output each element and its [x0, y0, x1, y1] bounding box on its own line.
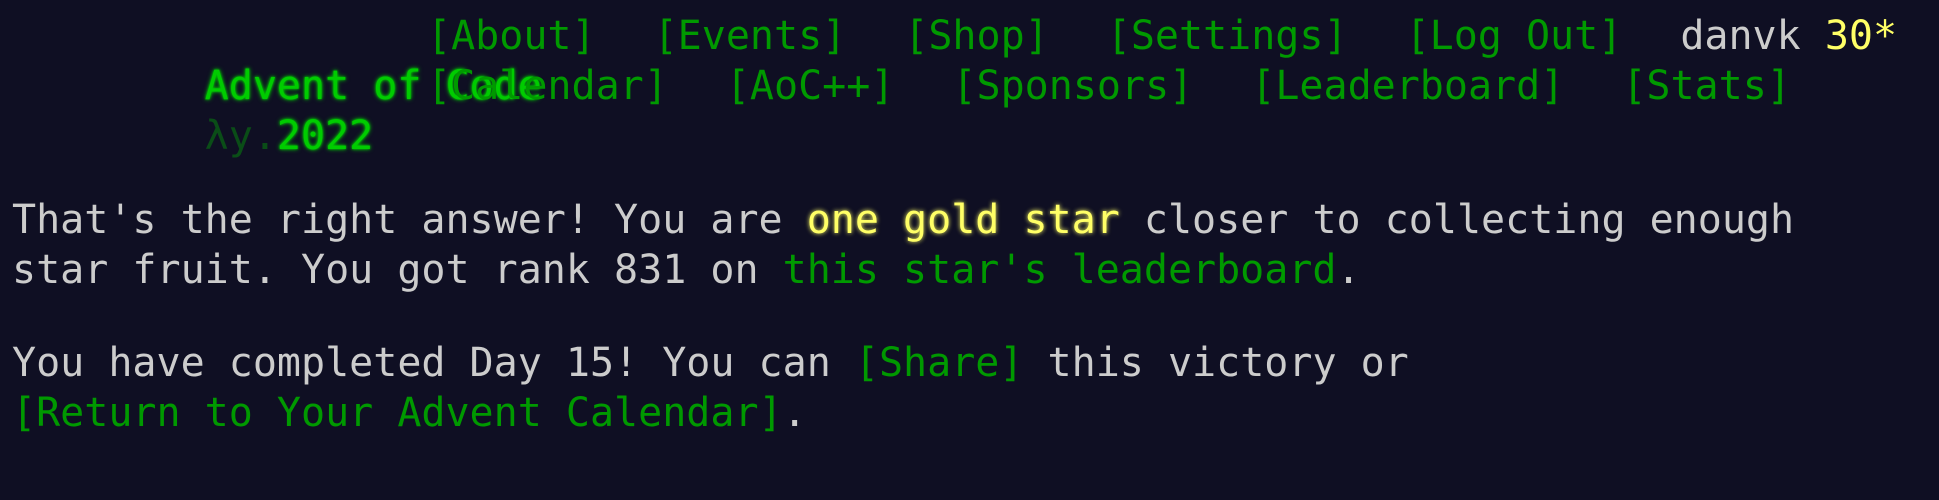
complete-text-start: You have completed Day 15! You can [12, 340, 855, 386]
nav-aoc-plus-plus[interactable]: [AoC++] [726, 61, 895, 111]
site-header: Advent of Code [About] [Events] [Shop] [… [12, 11, 1897, 159]
result-text-start: That's the right answer! You are [12, 197, 807, 243]
nav-calendar[interactable]: [Calendar] [427, 61, 668, 111]
user-info: danvk 30* [1680, 11, 1897, 61]
user-star-count: 30* [1824, 13, 1898, 59]
page: Advent of Code [About] [Events] [Shop] [… [0, 0, 1939, 500]
day-complete-paragraph: You have completed Day 15! You can [Shar… [12, 338, 1912, 438]
return-to-calendar-link[interactable]: [Return to Your Advent Calendar] [12, 390, 783, 436]
nav-shop[interactable]: [Shop] [904, 11, 1049, 61]
site-year-block: λy.2022 [12, 61, 374, 159]
site-title-block: Advent of Code [12, 11, 542, 109]
nav-top: [About] [Events] [Shop] [Settings] [Log … [427, 11, 1897, 61]
complete-text-end: . [782, 390, 807, 436]
answer-result-paragraph: That's the right answer! You are one gol… [12, 195, 1912, 295]
gold-star-highlight: one gold star [806, 197, 1120, 243]
nav-stats[interactable]: [Stats] [1622, 61, 1791, 111]
nav-leaderboard[interactable]: [Leaderboard] [1251, 61, 1564, 111]
nav-sponsors[interactable]: [Sponsors] [952, 61, 1193, 111]
main-content: That's the right answer! You are one gol… [12, 195, 1912, 438]
share-link[interactable]: [Share] [855, 340, 1024, 386]
complete-text-middle: this victory or [1023, 340, 1409, 386]
nav-bottom: [Calendar] [AoC++] [Sponsors] [Leaderboa… [427, 61, 1849, 111]
nav-settings[interactable]: [Settings] [1107, 11, 1348, 61]
nav-events[interactable]: [Events] [654, 11, 847, 61]
nav-log-out[interactable]: [Log Out] [1406, 11, 1623, 61]
site-year-link[interactable]: 2022 [277, 113, 373, 159]
year-prefix: λy. [204, 113, 277, 159]
result-text-end: . [1336, 247, 1361, 293]
header-row-top: Advent of Code [About] [Events] [Shop] [… [12, 11, 1897, 109]
user-name: danvk [1680, 13, 1801, 59]
star-leaderboard-link[interactable]: this star's leaderboard [783, 247, 1337, 293]
header-row-bottom: λy.2022 [Calendar] [AoC++] [Sponsors] [L… [12, 61, 1897, 159]
nav-about[interactable]: [About] [427, 11, 596, 61]
